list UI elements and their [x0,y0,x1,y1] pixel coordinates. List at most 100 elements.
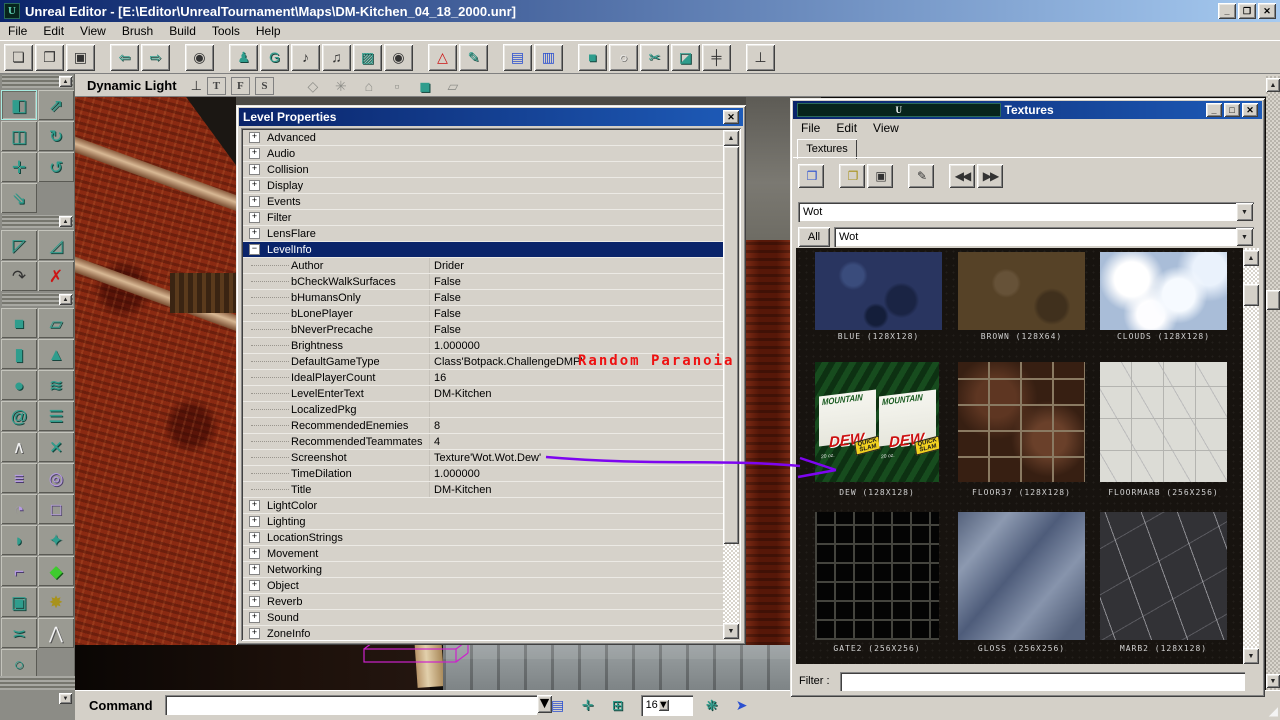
menu-item[interactable]: Tools [204,23,248,39]
toggle-projector-button[interactable]: ⌂ [358,76,380,96]
tree-category-row[interactable]: + Networking [243,562,723,578]
dialog-scrollbar[interactable]: ▲ ▼ [723,130,739,639]
menu-item[interactable]: Edit [828,120,865,136]
chevron-down-icon[interactable]: ▼ [1236,203,1253,221]
split-arc-button[interactable]: ↷ [1,261,37,291]
rotate-actor-button[interactable]: ↺ [38,152,74,182]
stretch-brush-button[interactable]: ⇘ [1,183,37,213]
texture-scrollbar[interactable]: ▲ ▼ [1243,248,1259,664]
2d-shape-editor-button[interactable]: △ [428,44,457,71]
property-row[interactable]: Brightness 1.000000 [243,338,723,354]
menu-item[interactable]: Help [248,23,289,39]
expand-plus-icon[interactable]: + [249,516,260,527]
expand-plus-icon[interactable]: + [249,148,260,159]
property-row[interactable]: IdealPlayerCount 16 [243,370,723,386]
property-value[interactable]: False [429,274,723,289]
tree-category-row[interactable]: + Filter [243,210,723,226]
expand-plus-icon[interactable]: + [249,500,260,511]
property-value[interactable] [429,402,723,417]
tree-category-row[interactable]: + Sound [243,610,723,626]
textures-titlebar[interactable]: U Textures _ □ ✕ [793,101,1262,119]
actor-class-browser-button[interactable]: ♟ [229,44,258,71]
build-lighting-button[interactable]: ○ [609,44,638,71]
tree-category-row[interactable]: + LocationStrings [243,530,723,546]
scroll-thumb[interactable] [723,146,739,544]
save-package-button[interactable]: ▣ [867,164,893,188]
package-dropdown[interactable]: Wot ▼ [798,202,1254,222]
scroll-thumb[interactable] [1243,284,1259,306]
property-value[interactable]: DM-Kitchen [429,482,723,497]
tree-category-row[interactable]: + Lighting [243,514,723,530]
scroll-down-icon[interactable]: ▼ [723,623,739,639]
save-map-button[interactable]: ▣ [66,44,95,71]
property-row[interactable]: LevelEnterText DM-Kitchen [243,386,723,402]
build-peaks-button[interactable]: ⋀ [38,618,74,648]
expand-plus-icon[interactable]: + [249,548,260,559]
build-loft-button[interactable]: ⌐ [1,556,37,586]
build-linear-stairs-button[interactable]: ≡ [1,463,37,493]
dock-browser-button[interactable]: ❒ [798,164,824,188]
right-scrollbar[interactable]: ▲ ▼ [1266,76,1280,690]
expand-plus-icon[interactable]: + [249,596,260,607]
command-input[interactable] [165,695,537,715]
build-geometry-button[interactable]: ■ [578,44,607,71]
expand-plus-icon[interactable]: + [249,164,260,175]
expand-plus-icon[interactable]: + [249,612,260,623]
chevron-down-icon[interactable]: ▼ [1236,228,1253,246]
menu-item[interactable]: Build [161,23,204,39]
undo-button[interactable]: ⇦ [110,44,139,71]
build-ellipse-button[interactable]: ○ [1,649,37,679]
menu-item[interactable]: View [865,120,907,136]
tree-category-row[interactable]: + ZoneInfo [243,626,723,639]
previous-group-button[interactable]: ◀◀ [949,164,975,188]
build-curved-stairs-button[interactable]: ≋ [38,370,74,400]
menu-item[interactable]: File [0,23,35,39]
build-terrain-button[interactable]: ∧ [1,432,37,462]
dialog-titlebar[interactable]: Level Properties ✕ [239,108,743,126]
menu-item[interactable]: Edit [35,23,72,39]
build-sheet-button[interactable]: ▱ [38,308,74,338]
close-icon[interactable]: ✕ [723,110,739,124]
property-row[interactable]: bNeverPrecache False [243,322,723,338]
menu-item[interactable]: View [72,23,114,39]
expand-plus-icon[interactable]: + [249,628,260,639]
texture-tile[interactable] [1100,512,1227,640]
texture-properties-button[interactable]: ✎ [908,164,934,188]
texture-tile[interactable] [958,362,1085,482]
resize-grip-icon[interactable]: ◢ [1269,704,1278,718]
property-value[interactable]: 1.000000 [429,466,723,481]
property-value[interactable]: 4 [429,434,723,449]
tree-category-row[interactable]: + LightColor [243,498,723,514]
property-row[interactable]: bLonePlayer False [243,306,723,322]
chevron-down-icon[interactable]: ▼ [537,695,553,713]
rotation-grid-button[interactable]: ❋ [699,693,725,717]
all-groups-button[interactable]: All [798,227,830,247]
build-cylinder-slice-button[interactable]: ◔ [1,494,37,524]
property-value[interactable]: 1.000000 [429,338,723,353]
chevron-down-icon[interactable]: ▼ [658,699,669,711]
texture-tile[interactable] [958,252,1085,330]
scroll-up-icon[interactable]: ▲ [723,130,739,146]
toggle-radii-button[interactable]: ✳ [330,76,352,96]
tfs-toggle-button[interactable]: F [231,77,250,95]
property-row[interactable]: RecommendedTeammates 4 [243,434,723,450]
music-browser-button[interactable]: ♪ [291,44,320,71]
build-stacked-discs-button[interactable]: ≍ [1,618,37,648]
maximize-icon[interactable]: □ [1224,103,1240,117]
clip-marker-button[interactable]: ◸ [1,230,37,260]
texture-tile[interactable] [815,512,939,640]
expand-plus-icon[interactable]: + [249,564,260,575]
build-stairs-button[interactable]: ☰ [38,401,74,431]
grid-toggle-button[interactable]: ⊞ [605,693,631,717]
property-value[interactable]: False [429,290,723,305]
build-volumetric-button[interactable]: ✦ [38,525,74,555]
property-row[interactable]: bHumansOnly False [243,290,723,306]
expand-plus-icon[interactable]: + [249,532,260,543]
property-row[interactable]: LocalizedPkg [243,402,723,418]
collapse-group-button[interactable]: ▲ [59,76,72,87]
vertex-editing-button[interactable]: ✎ [459,44,488,71]
texture-browser-button[interactable]: ▨ [353,44,382,71]
texture-tile-dew[interactable]: MOUNTAIN DEW QUICKSLAM 20 oz. MOUNTAIN D… [815,362,939,482]
toggle-sheet-button[interactable]: ▱ [442,76,464,96]
build-torus-button[interactable]: ◎ [38,463,74,493]
